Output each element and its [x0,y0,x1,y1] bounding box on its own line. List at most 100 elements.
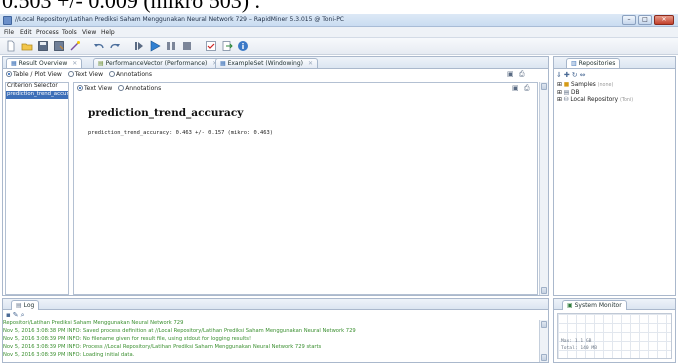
radio-inner-text-view[interactable]: Text View [77,85,112,92]
radio-annotations[interactable]: Annotations [108,71,152,78]
import-icon[interactable]: ⇓ [556,71,564,79]
repository-toolbar: ⇓✚↻⇔ [556,71,588,79]
log-text: Repositori/Latihan Prediksi Saham Menggu… [3,320,538,362]
close-icon[interactable]: ✕ [72,60,77,67]
table-icon: ▦ [220,60,226,67]
info-icon[interactable] [237,40,249,52]
pause-icon[interactable] [165,40,177,52]
menu-bar: File Edit Process Tools View Help [0,27,678,38]
save-log-icon[interactable]: ▪ [6,311,13,319]
tree-item-local-repo[interactable]: ⊞ ⛁ Local Repository (Toni) [557,97,633,105]
menu-tools[interactable]: Tools [62,29,77,36]
criterion-item-selected[interactable]: prediction_trend_accurac [6,91,68,99]
radio-indicator [77,85,83,91]
outer-view-switch: Table / Plot View Text View Annotations [6,71,546,81]
monitor-total: Total: 140 MB [561,346,597,351]
search-log-icon[interactable]: ⌕ [21,311,27,319]
radio-indicator [108,71,115,77]
tab-repositories-label: Repositories [578,60,616,67]
results-pane: ▦ Result Overview ✕ ▤ PerformanceVector … [2,56,549,296]
tree-item-samples[interactable]: ⊞ ■ Samples (none) [557,82,633,90]
radio-indicator [67,71,74,77]
new-icon[interactable] [5,40,17,52]
repository-icon: ▥ [571,60,577,67]
tab-log[interactable]: ▤ Log [11,300,40,310]
menu-file[interactable]: File [4,29,14,36]
minimize-button[interactable]: – [622,15,636,25]
log-line: Nov 5, 2016 3:08:39 PM INFO: Loading ini… [3,352,135,358]
system-monitor-pane: ▣ System Monitor Max: 1.1 GB Total: 140 … [553,298,676,363]
log-pane: ▤ Log ▪✎⌕ Repositori/Latihan Prediksi Sa… [2,298,549,363]
log-tab-bar: ▤ Log [3,299,548,310]
local-repo-icon: ⛁ [563,97,569,103]
export-icon[interactable]: ▣ [507,70,514,78]
tree-item-db-label: DB [571,89,580,96]
clear-log-icon[interactable]: ✎ [13,311,21,319]
log-scrollbar[interactable] [539,320,548,362]
repositories-pane: ▥ Repositories ⇓✚↻⇔ ⊞ ■ Samples (none) ⊞… [553,56,676,296]
scroll-up-button[interactable] [541,321,547,328]
refresh-icon[interactable]: ↻ [572,71,580,79]
open-icon[interactable] [21,40,33,52]
print-icon[interactable]: ⎙ [519,70,525,79]
close-icon[interactable]: ✕ [308,60,313,67]
save-icon[interactable] [37,40,49,52]
radio-inner-annotations-label: Annotations [125,85,162,92]
export-icon[interactable]: ▣ [512,84,519,92]
tab-exampleset[interactable]: ▦ ExampleSet (Windowing) ✕ [215,58,318,68]
tree-item-db[interactable]: ⊞ ▤ DB [557,90,633,98]
add-icon[interactable]: ✚ [564,71,572,79]
maximize-button[interactable]: □ [638,15,652,25]
wizard-icon[interactable] [69,40,81,52]
radio-text-view[interactable]: Text View [67,71,103,78]
app-icon [3,16,12,25]
menu-process[interactable]: Process [36,29,59,36]
step-icon[interactable] [133,40,145,52]
radio-inner-text-view-label: Text View [84,85,113,92]
log-toolbar: ▪✎⌕ [6,311,27,320]
monitor-tab-bar: ▣ System Monitor [554,299,675,310]
tab-system-monitor[interactable]: ▣ System Monitor [562,300,627,310]
criterion-header: Criterion Selector [7,83,58,89]
tree-item-samples-label: Samples [571,82,596,88]
export-icon[interactable] [221,40,233,52]
log-line: Repositori/Latihan Prediksi Saham Menggu… [3,320,184,326]
overview-icon: ▦ [11,60,17,67]
save-as-icon[interactable] [53,40,65,52]
radio-inner-annotations[interactable]: Annotations [118,85,161,92]
tree-item-local-repo-label: Local Repository [570,97,619,103]
criterion-selector: Criterion Selector prediction_trend_accu… [5,82,69,295]
radio-table-plot-view-label: Table / Plot View [13,71,62,78]
menu-help[interactable]: Help [101,29,115,36]
nav-icon[interactable]: ⇔ [580,71,588,79]
menu-view[interactable]: View [82,29,96,36]
samples-icon: ■ [563,82,570,88]
tab-repositories[interactable]: ▥ Repositories [566,58,621,68]
result-view: Text View Annotations ▣ ⎙ prediction_tre… [73,82,538,295]
cropped-caption: 0.503 +/- 0.009 (mikro 503) . [0,0,678,14]
tab-performance-vector[interactable]: ▤ PerformanceVector (Performance) ✕ [93,58,223,68]
redo-icon[interactable] [109,40,121,52]
run-icon[interactable] [149,40,161,52]
validate-icon[interactable] [205,40,217,52]
tree-item-samples-suffix: (none) [597,83,614,88]
log-line: Nov 5, 2016 3:08:38 PM INFO: Saved proce… [3,328,356,334]
monitor-max: Max: 1.1 GB [561,339,592,344]
results-scrollbar[interactable] [539,82,548,295]
performance-icon: ▤ [98,60,104,67]
radio-annotations-label: Annotations [115,71,152,78]
scroll-down-button[interactable] [541,287,547,294]
repository-tree: ⊞ ■ Samples (none) ⊞ ▤ DB ⊞ ⛁ Local Repo… [557,82,633,105]
print-icon[interactable]: ⎙ [524,84,530,93]
close-button[interactable]: ✕ [654,15,674,25]
tab-performance-vector-label: PerformanceVector (Performance) [105,60,208,67]
scroll-down-button[interactable] [541,354,547,361]
result-title: prediction_trend_accuracy [88,107,244,119]
stop-icon[interactable] [181,40,193,52]
scroll-up-button[interactable] [541,83,547,90]
menu-edit[interactable]: Edit [20,29,32,36]
tab-result-overview[interactable]: ▦ Result Overview ✕ [6,58,83,68]
radio-table-plot-view[interactable]: Table / Plot View [6,71,62,78]
log-line: Nov 5, 2016 3:08:39 PM INFO: No filename… [3,336,252,342]
undo-icon[interactable] [93,40,105,52]
